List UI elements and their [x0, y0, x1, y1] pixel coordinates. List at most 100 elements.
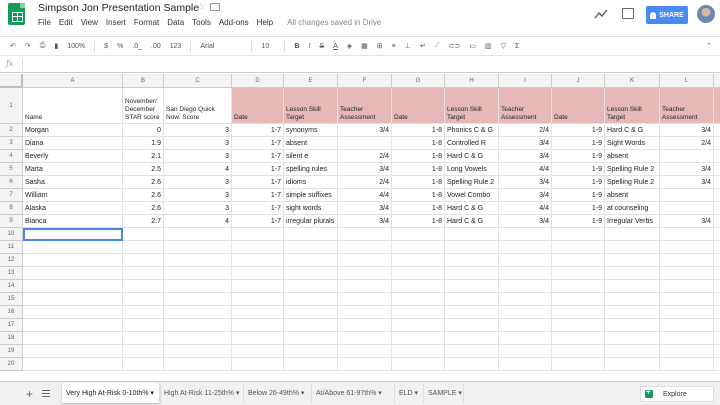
table-cell[interactable] [499, 241, 552, 254]
table-cell[interactable]: Alaska [23, 202, 123, 215]
table-cell[interactable]: 1-9 [552, 215, 605, 228]
table-cell[interactable] [660, 306, 714, 319]
table-cell[interactable] [164, 267, 232, 280]
table-cell[interactable] [445, 358, 499, 371]
table-cell[interactable]: 1-9 [552, 150, 605, 163]
table-cell[interactable] [660, 332, 714, 345]
table-cell[interactable] [232, 241, 284, 254]
table-cell[interactable] [605, 267, 660, 280]
table-cell[interactable] [660, 280, 714, 293]
table-cell[interactable]: 1-9 [552, 137, 605, 150]
table-cell[interactable]: at counseling [605, 202, 660, 215]
table-cell[interactable]: 4/4 [499, 163, 552, 176]
table-cell[interactable] [123, 254, 164, 267]
table-cell[interactable]: 1-8 [392, 189, 445, 202]
table-cell[interactable] [445, 267, 499, 280]
table-cell[interactable] [338, 358, 392, 371]
row-header[interactable]: 6 [0, 176, 23, 189]
bold-button[interactable]: B [294, 43, 299, 50]
table-cell[interactable] [232, 267, 284, 280]
table-cell[interactable] [499, 332, 552, 345]
paint-format-icon[interactable]: ▮ [54, 42, 58, 50]
table-cell[interactable]: simple suffixes [284, 189, 338, 202]
table-cell[interactable] [499, 319, 552, 332]
zoom-select[interactable]: 100% [67, 43, 85, 50]
table-cell[interactable] [232, 319, 284, 332]
table-cell[interactable] [123, 319, 164, 332]
table-cell[interactable] [445, 319, 499, 332]
text-rotate-icon[interactable]: ⟋ [435, 42, 440, 50]
table-cell[interactable] [338, 228, 392, 241]
header-cell-k[interactable]: Lesson Skill Target [605, 88, 660, 124]
table-cell[interactable] [284, 241, 338, 254]
table-cell[interactable] [392, 228, 445, 241]
table-cell[interactable]: Phonics C & G [445, 124, 499, 137]
table-cell[interactable]: Marta [23, 163, 123, 176]
table-cell[interactable]: 4 [164, 215, 232, 228]
table-cell[interactable] [499, 293, 552, 306]
table-cell[interactable] [605, 358, 660, 371]
table-cell[interactable] [284, 358, 338, 371]
table-cell[interactable] [338, 332, 392, 345]
table-cell[interactable]: 2.6 [123, 189, 164, 202]
table-cell[interactable] [552, 293, 605, 306]
table-cell[interactable]: 1-8 [392, 215, 445, 228]
collapse-toolbar-icon[interactable]: ⌃ [706, 42, 712, 50]
menu-view[interactable]: View [81, 18, 98, 27]
insert-link-icon[interactable]: ⊂⊃ [449, 42, 461, 50]
table-cell[interactable] [552, 358, 605, 371]
table-cell[interactable] [392, 293, 445, 306]
table-cell[interactable] [660, 150, 714, 163]
table-cell[interactable] [660, 228, 714, 241]
table-cell[interactable]: absent [605, 150, 660, 163]
sheet-tab[interactable]: At/Above 61-97th% ▾ [312, 383, 395, 403]
table-cell[interactable] [605, 319, 660, 332]
table-cell[interactable] [338, 306, 392, 319]
save-status[interactable]: All changes saved in Drive [287, 18, 381, 27]
table-cell[interactable]: Irregular Verbs [605, 215, 660, 228]
table-cell[interactable] [164, 345, 232, 358]
table-cell[interactable]: Vowel Combo [445, 189, 499, 202]
table-cell[interactable] [605, 345, 660, 358]
row-header[interactable]: 8 [0, 202, 23, 215]
table-cell[interactable] [392, 254, 445, 267]
table-cell[interactable]: 2.1 [123, 150, 164, 163]
column-header-f[interactable]: F [338, 74, 392, 88]
table-cell[interactable]: sight words [284, 202, 338, 215]
table-cell[interactable] [660, 241, 714, 254]
table-cell[interactable]: Hard C & G [445, 202, 499, 215]
table-cell[interactable] [123, 241, 164, 254]
column-header-g[interactable]: G [392, 74, 445, 88]
row-header[interactable]: 5 [0, 163, 23, 176]
table-cell[interactable] [164, 280, 232, 293]
table-cell[interactable] [338, 293, 392, 306]
table-cell[interactable] [284, 228, 338, 241]
header-cell-i[interactable]: Teacher Assessment [499, 88, 552, 124]
table-cell[interactable]: Hard C & G [445, 150, 499, 163]
table-cell[interactable] [123, 228, 164, 241]
table-cell[interactable] [23, 319, 123, 332]
table-cell[interactable]: 3/4 [338, 124, 392, 137]
add-sheet-icon[interactable]: + [26, 387, 33, 401]
currency-format-button[interactable]: $ [104, 43, 108, 50]
table-cell[interactable]: 1-8 [392, 163, 445, 176]
table-cell[interactable]: 3/4 [338, 163, 392, 176]
undo-icon[interactable]: ↶ [10, 42, 16, 50]
table-cell[interactable] [284, 280, 338, 293]
table-cell[interactable] [552, 306, 605, 319]
table-cell[interactable]: 3/4 [499, 137, 552, 150]
table-cell[interactable] [232, 280, 284, 293]
table-cell[interactable] [232, 306, 284, 319]
table-cell[interactable] [392, 241, 445, 254]
spreadsheet-grid[interactable]: A B C D E F G H I J K L 1 Name November/ December STAR… [0, 74, 720, 380]
header-cell-l[interactable]: Teacher Assessment [660, 88, 714, 124]
table-cell[interactable] [552, 319, 605, 332]
table-cell[interactable] [338, 241, 392, 254]
table-cell[interactable] [23, 280, 123, 293]
table-cell[interactable]: Hard C & G [445, 215, 499, 228]
table-cell[interactable] [605, 306, 660, 319]
table-cell[interactable]: 1-7 [232, 150, 284, 163]
column-header-j[interactable]: J [552, 74, 605, 88]
table-cell[interactable] [552, 345, 605, 358]
table-cell[interactable]: Morgan [23, 124, 123, 137]
